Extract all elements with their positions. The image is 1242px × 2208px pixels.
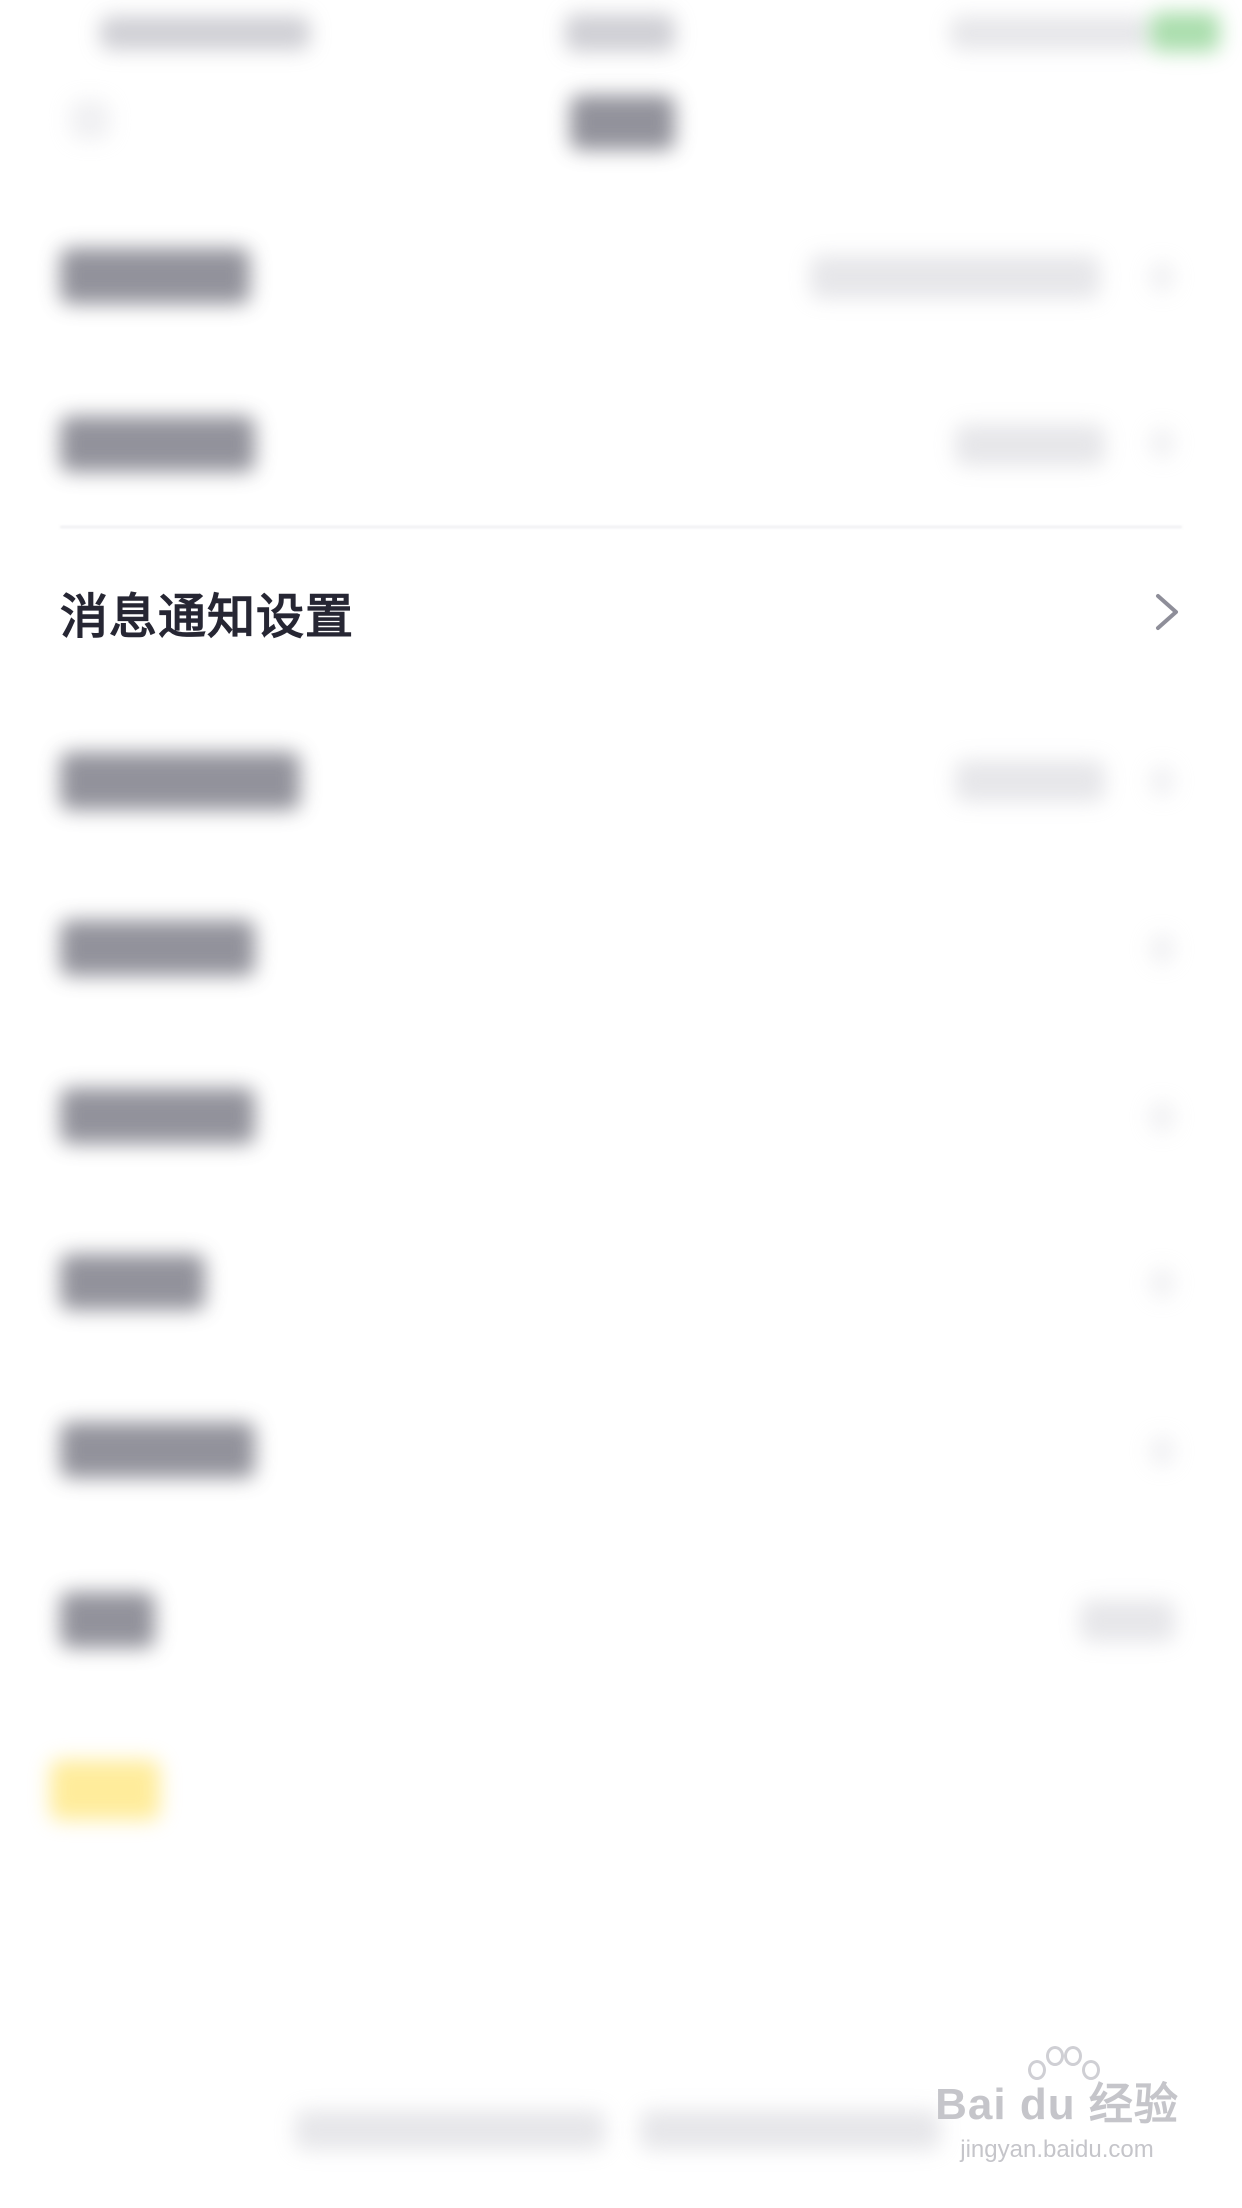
badge-icon (50, 1760, 160, 1820)
battery-icon (1150, 12, 1220, 52)
baidu-jingyan-watermark: Bai du 经验 jingyan.baidu.com (932, 2046, 1182, 2188)
chevron-right-icon (1150, 428, 1174, 458)
settings-row-5-label-blur[interactable] (60, 920, 255, 976)
nav-bar (0, 70, 1242, 180)
chevron-right-icon (1150, 766, 1174, 796)
settings-row-1-value-blur (810, 255, 1100, 299)
footer-link-blur[interactable] (640, 2110, 940, 2150)
settings-row-9-value-blur (1080, 1600, 1175, 1642)
settings-row-4-value-blur (955, 760, 1105, 802)
settings-row-7-label-blur[interactable] (60, 1254, 205, 1310)
settings-row-9-label-blur[interactable] (60, 1592, 155, 1648)
chevron-right-icon (1150, 262, 1174, 292)
footer-link-blur[interactable] (295, 2110, 605, 2150)
back-icon[interactable] (70, 100, 110, 140)
settings-row-6-label-blur[interactable] (60, 1088, 255, 1144)
settings-row-1-label-blur[interactable] (60, 248, 250, 304)
section-divider (60, 526, 1182, 528)
message-notification-settings-label: 消息通知设置 (60, 589, 355, 645)
chevron-right-icon (1156, 594, 1178, 630)
status-time-blur (100, 16, 310, 50)
status-right-blur (950, 16, 1150, 50)
settings-row-2-value-blur (955, 424, 1105, 466)
status-carrier-blur (565, 14, 675, 52)
settings-row-4-label-blur[interactable] (60, 752, 300, 810)
settings-row-2-label-blur[interactable] (60, 416, 255, 472)
message-notification-settings-row[interactable]: 消息通知设置 (0, 532, 1242, 692)
settings-row-8-label-blur[interactable] (60, 1422, 255, 1478)
chevron-right-icon (1150, 1268, 1174, 1298)
paw-logo-icon (1028, 2046, 1100, 2086)
chevron-right-icon (1150, 1102, 1174, 1132)
chevron-right-icon (1150, 934, 1174, 964)
nav-title-blur (570, 95, 675, 150)
watermark-url: jingyan.baidu.com (960, 2136, 1154, 2163)
status-bar (0, 0, 1242, 70)
chevron-right-icon (1150, 1436, 1174, 1466)
